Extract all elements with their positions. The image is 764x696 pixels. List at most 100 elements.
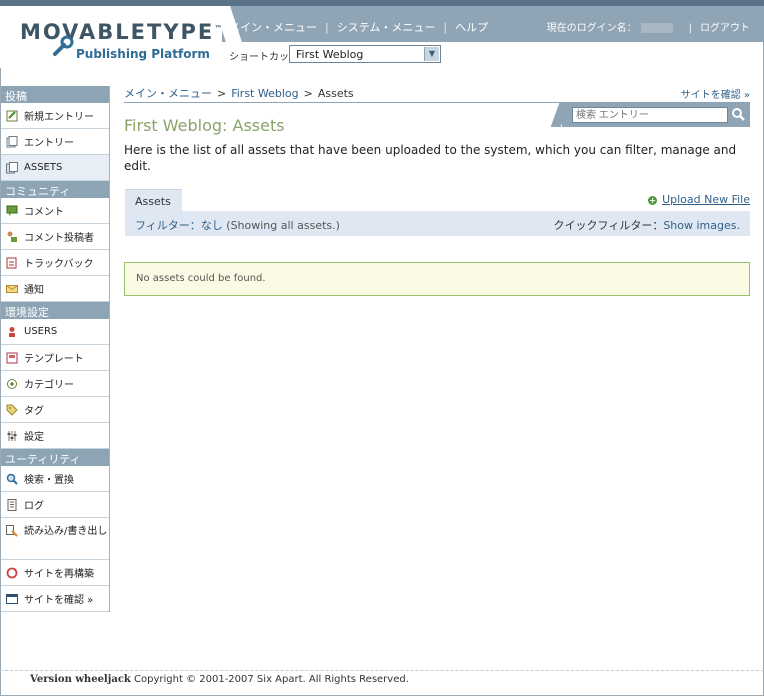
assets-icon <box>5 161 18 174</box>
sidebar-section-settings: 環境設定 <box>1 302 109 319</box>
sidebar-item-view-site[interactable]: サイトを確認 » <box>1 586 109 612</box>
nav-separator: | <box>325 21 329 34</box>
sidebar-item-label: サイトを再構築 <box>24 569 94 580</box>
notification-icon <box>5 283 18 295</box>
sidebar-item-label: タグ <box>24 406 44 417</box>
sidebar-item-trackbacks[interactable]: トラックバック <box>1 250 109 276</box>
sidebar-item-categories[interactable]: カテゴリー <box>1 371 109 397</box>
template-icon <box>5 352 18 364</box>
import-export-icon <box>5 525 18 537</box>
sidebar-item-label: トラックバック <box>24 259 94 270</box>
sidebar-item-label: 通知 <box>24 285 44 296</box>
shortcut-selected-value: First Weblog <box>296 48 364 61</box>
sidebar-item-label: カテゴリー <box>24 380 74 391</box>
search-icon <box>5 473 18 485</box>
breadcrumb-current: Assets <box>317 87 354 100</box>
main-menu-link[interactable]: メイン・メニュー <box>229 19 317 35</box>
sidebar-item-label: コメント投稿者 <box>24 233 94 244</box>
breadcrumb-separator: > <box>217 87 227 100</box>
filter-note: (Showing all assets.) <box>226 219 340 232</box>
sidebar-item-label: エントリー <box>24 138 74 149</box>
version-label: Version wheeljack <box>30 674 131 685</box>
tag-icon <box>5 404 18 416</box>
login-label: 現在のログイン名： <box>546 23 637 34</box>
chevron-down-icon[interactable]: ▼ <box>424 47 439 61</box>
sidebar: 投稿 新規エントリー エントリー ASSETS コミュニティ コメント コメント… <box>1 86 110 612</box>
nav-separator: | <box>443 21 448 34</box>
sidebar-item-label: 読み込み/書き出し <box>24 526 108 537</box>
sidebar-item-label: ログ <box>24 501 44 512</box>
footer-text: Version wheeljack Copyright © 2001-2007 … <box>30 674 409 685</box>
sidebar-item-assets[interactable]: ASSETS <box>1 155 109 181</box>
logout-link[interactable]: ログアウト <box>700 23 750 34</box>
plus-icon: + <box>648 195 658 205</box>
log-icon <box>5 498 18 511</box>
sidebar-item-tags[interactable]: タグ <box>1 397 109 423</box>
sidebar-item-label: 新規エントリー <box>24 112 94 123</box>
rebuild-icon <box>5 567 18 579</box>
new-entry-icon <box>5 110 18 122</box>
sidebar-section-utilities: ユーティリティ <box>1 449 109 466</box>
quick-filter: クイックフィルター：Show images. <box>554 217 740 233</box>
sidebar-item-commenters[interactable]: コメント投稿者 <box>1 224 109 250</box>
breadcrumb-blog[interactable]: First Weblog <box>231 87 298 100</box>
sidebar-item-users[interactable]: USERS <box>1 319 109 345</box>
user-area: 現在のログイン名： | ログアウト <box>547 19 750 34</box>
sidebar-item-entries[interactable]: エントリー <box>1 129 109 155</box>
upload-new-file-button[interactable]: + Upload New File <box>648 193 750 206</box>
page-description: Here is the list of all assets that have… <box>124 143 737 173</box>
sidebar-item-templates[interactable]: テンプレート <box>1 345 109 371</box>
filter-value[interactable]: なし <box>201 219 223 232</box>
sidebar-item-comments[interactable]: コメント <box>1 198 109 224</box>
filter-bar: フィルター：なし (Showing all assets.) クイックフィルター… <box>125 211 750 236</box>
sidebar-item-label: テンプレート <box>24 354 84 365</box>
user-separator: | <box>688 23 692 34</box>
sidebar-item-label: 検索・置換 <box>24 475 74 486</box>
search-input[interactable] <box>572 107 728 123</box>
sidebar-item-rebuild[interactable]: サイトを再構築 <box>1 560 109 586</box>
logo-area: MOVABLETYPE™ Publishing Platform <box>0 6 222 68</box>
quick-filter-show-images[interactable]: Show images. <box>663 219 740 232</box>
sidebar-section-posting: 投稿 <box>1 86 109 103</box>
copyright: Copyright © 2001-2007 Six Apart. All Rig… <box>134 674 409 685</box>
breadcrumb-separator: > <box>303 87 313 100</box>
filter-label: フィルター： <box>135 219 201 232</box>
sidebar-item-label: コメント <box>24 207 64 218</box>
breadcrumb: メイン・メニュー > First Weblog > Assets <box>124 85 354 101</box>
top-nav: メイン・メニュー | システム・メニュー | ヘルプ <box>229 19 488 35</box>
sidebar-item-label: ASSETS <box>24 162 63 173</box>
tab-assets[interactable]: Assets <box>125 189 182 211</box>
sidebar-item-import-export[interactable]: 読み込み/書き出し <box>1 518 109 560</box>
empty-notice: No assets could be found. <box>124 262 750 296</box>
sidebar-item-label: 設定 <box>24 432 44 443</box>
settings-icon <box>5 430 18 442</box>
sidebar-item-search-replace[interactable]: 検索・置換 <box>1 466 109 492</box>
trackback-icon <box>5 257 18 269</box>
entries-icon <box>5 135 18 148</box>
sidebar-item-new-entry[interactable]: 新規エントリー <box>1 103 109 129</box>
sidebar-item-notifications[interactable]: 通知 <box>1 276 109 302</box>
wrench-logo-icon <box>53 35 74 56</box>
logo-subtitle: Publishing Platform <box>76 47 210 61</box>
breadcrumb-main-menu[interactable]: メイン・メニュー <box>124 87 212 100</box>
users-icon <box>5 326 18 338</box>
sidebar-item-log[interactable]: ログ <box>1 492 109 518</box>
upload-new-file-label: Upload New File <box>662 193 750 206</box>
system-menu-link[interactable]: システム・メニュー <box>337 19 436 35</box>
comment-icon <box>5 205 18 217</box>
sidebar-item-label: サイトを確認 » <box>24 595 94 606</box>
view-site-icon <box>5 593 18 605</box>
commenter-icon <box>5 231 18 243</box>
shortcut-select[interactable]: First Weblog ▼ <box>289 45 441 63</box>
quick-filter-label: クイックフィルター： <box>553 219 664 232</box>
username-redacted <box>640 23 673 33</box>
page-title: First Weblog: Assets <box>124 116 285 135</box>
search-icon[interactable] <box>731 107 746 122</box>
sidebar-item-label: USERS <box>24 326 58 337</box>
view-site-link[interactable]: サイトを確認 » <box>681 86 750 101</box>
help-link[interactable]: ヘルプ <box>455 19 488 35</box>
sidebar-item-settings[interactable]: 設定 <box>1 423 109 449</box>
search-box <box>562 103 750 127</box>
logo-title: MOVABLETYPE™ <box>20 20 223 44</box>
category-icon <box>5 378 18 390</box>
